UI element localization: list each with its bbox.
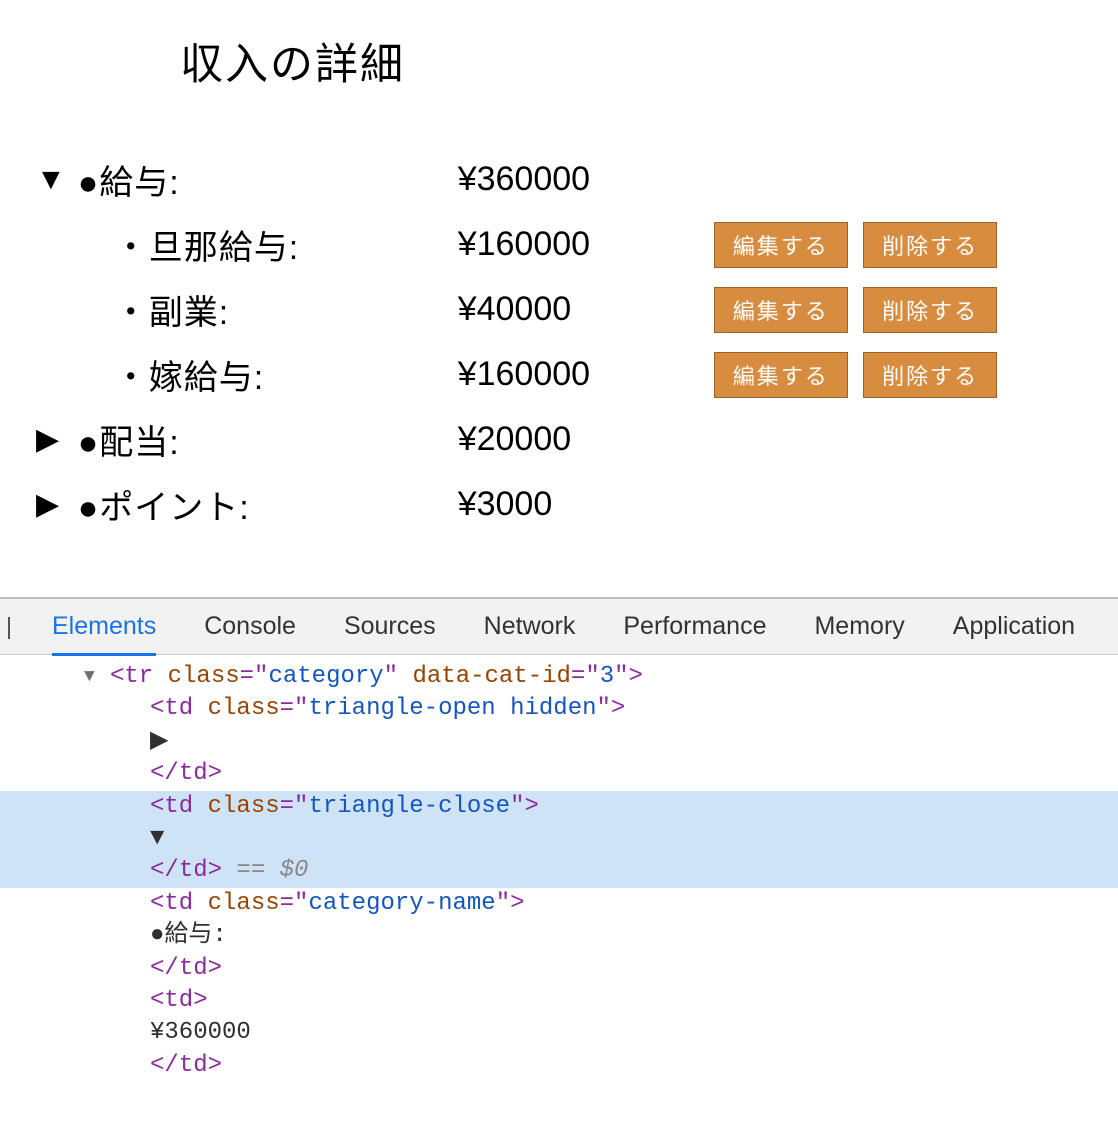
subitem-amount: ¥160000 bbox=[452, 342, 702, 407]
dom-line[interactable]: </td> bbox=[0, 758, 1118, 790]
subitem-label: ・副業: bbox=[72, 277, 452, 342]
triangle-right-icon[interactable]: ▶ bbox=[30, 472, 72, 537]
subitem-row-wife-salary: ・嫁給与: ¥160000 編集する 削除する bbox=[30, 342, 1003, 407]
edit-button[interactable]: 編集する bbox=[714, 287, 848, 333]
devtools-panel: Elements Console Sources Network Perform… bbox=[0, 597, 1118, 1122]
dom-line[interactable]: <td class="triangle-open hidden"> bbox=[0, 693, 1118, 725]
category-label: ●給与: bbox=[72, 147, 452, 212]
income-detail-panel: 収入の詳細 ▼ ●給与: ¥360000 ・旦那給与: ¥160000 編集する… bbox=[0, 0, 1118, 597]
dom-text: ▼ bbox=[0, 823, 1118, 855]
dom-text: ●給与: bbox=[0, 920, 1118, 952]
triangle-down-icon[interactable]: ▼ bbox=[30, 147, 72, 212]
tab-elements[interactable]: Elements bbox=[52, 612, 156, 656]
dom-line[interactable]: </td> bbox=[0, 1050, 1118, 1082]
category-row-dividend[interactable]: ▶ ●配当: ¥20000 bbox=[30, 407, 1003, 472]
tab-network[interactable]: Network bbox=[484, 612, 576, 641]
dom-line-selected[interactable]: <td class="triangle-close"> bbox=[0, 791, 1118, 823]
dom-line[interactable]: <td class="category-name"> bbox=[0, 888, 1118, 920]
category-row-salary[interactable]: ▼ ●給与: ¥360000 bbox=[30, 147, 1003, 212]
subitem-amount: ¥160000 bbox=[452, 212, 702, 277]
category-amount: ¥20000 bbox=[452, 407, 702, 472]
dom-line[interactable]: ▼<tr class="category" data-cat-id="3"> bbox=[0, 661, 1118, 693]
category-amount: ¥3000 bbox=[452, 472, 702, 537]
edit-button[interactable]: 編集する bbox=[714, 352, 848, 398]
dom-line-selected-close[interactable]: </td> == $0 bbox=[0, 855, 1118, 887]
dom-text: ¥360000 bbox=[0, 1017, 1118, 1049]
tab-console[interactable]: Console bbox=[204, 612, 296, 641]
category-amount: ¥360000 bbox=[452, 147, 702, 212]
category-label: ●配当: bbox=[72, 407, 452, 472]
delete-button[interactable]: 削除する bbox=[863, 222, 997, 268]
chevron-down-icon[interactable]: ▼ bbox=[84, 665, 110, 689]
subitem-amount: ¥40000 bbox=[452, 277, 702, 342]
delete-button[interactable]: 削除する bbox=[863, 352, 997, 398]
subitem-row-husband-salary: ・旦那給与: ¥160000 編集する 削除する bbox=[30, 212, 1003, 277]
tab-application[interactable]: Application bbox=[953, 612, 1075, 641]
tab-sources[interactable]: Sources bbox=[344, 612, 436, 641]
edit-button[interactable]: 編集する bbox=[714, 222, 848, 268]
inspect-icon[interactable] bbox=[8, 617, 10, 639]
tab-performance[interactable]: Performance bbox=[623, 612, 766, 641]
category-label: ●ポイント: bbox=[72, 472, 452, 537]
delete-button[interactable]: 削除する bbox=[863, 287, 997, 333]
income-table: ▼ ●給与: ¥360000 ・旦那給与: ¥160000 編集する 削除する … bbox=[30, 147, 1003, 537]
subitem-label: ・嫁給与: bbox=[72, 342, 452, 407]
devtools-tabs: Elements Console Sources Network Perform… bbox=[0, 599, 1118, 655]
triangle-right-icon[interactable]: ▶ bbox=[30, 407, 72, 472]
subitem-label: ・旦那給与: bbox=[72, 212, 452, 277]
subitem-row-side-job: ・副業: ¥40000 編集する 削除する bbox=[30, 277, 1003, 342]
dom-line[interactable]: <td> bbox=[0, 985, 1118, 1017]
dom-line[interactable]: </td> bbox=[0, 953, 1118, 985]
dom-text: ▶ bbox=[0, 726, 1118, 758]
category-row-points[interactable]: ▶ ●ポイント: ¥3000 bbox=[30, 472, 1003, 537]
tab-memory[interactable]: Memory bbox=[814, 612, 904, 641]
page-title: 収入の詳細 bbox=[180, 30, 1088, 92]
